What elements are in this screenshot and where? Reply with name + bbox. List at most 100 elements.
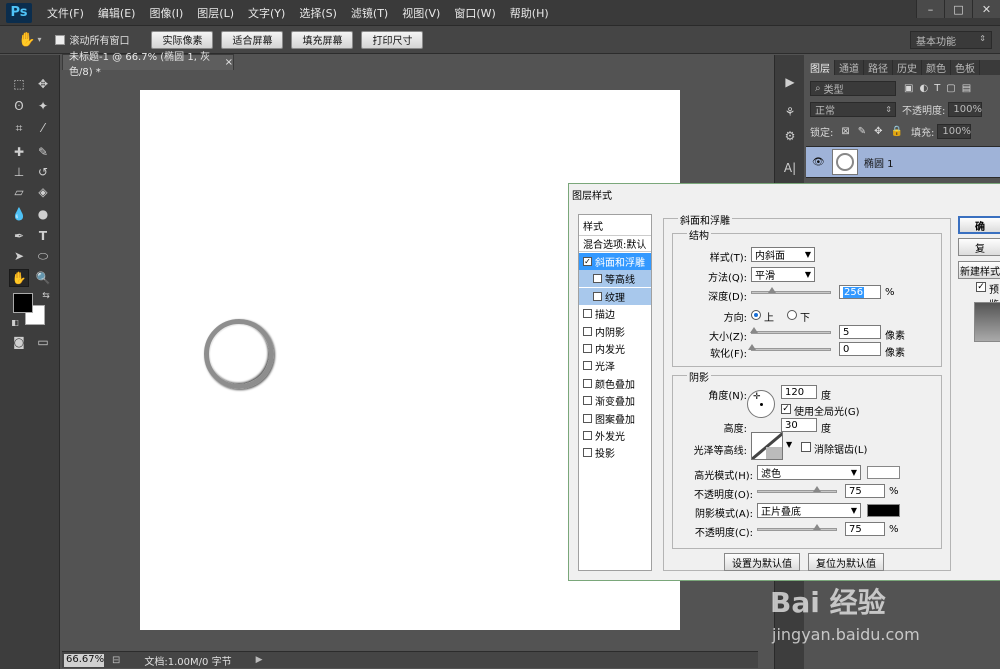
style-checkbox[interactable]: [583, 326, 592, 336]
depth-field[interactable]: 256: [839, 285, 881, 299]
brush-preset-icon[interactable]: ⚘: [781, 103, 799, 121]
brush-tool-icon[interactable]: ✎: [33, 143, 53, 161]
ok-button[interactable]: 确: [958, 216, 1000, 234]
print-size-button[interactable]: 打印尺寸: [361, 30, 424, 49]
style-checkbox[interactable]: [583, 396, 592, 406]
status-arrow-icon[interactable]: ▶: [256, 655, 263, 665]
opacity-field[interactable]: 100%: [948, 101, 983, 117]
tab-layers[interactable]: 图层: [806, 60, 835, 75]
style-checkbox[interactable]: [583, 378, 592, 388]
actual-pixels-button[interactable]: 实际像素: [151, 30, 214, 49]
style-checkbox[interactable]: [583, 448, 592, 458]
layer-filter-select[interactable]: ⌕ 类型: [810, 80, 896, 96]
character-icon[interactable]: A|: [781, 159, 799, 177]
altitude-field[interactable]: 30: [781, 418, 817, 432]
shadow-color-swatch[interactable]: [867, 504, 900, 517]
clone-stamp-icon[interactable]: ⊥: [9, 163, 29, 181]
screen-mode-icon[interactable]: ▭: [33, 333, 53, 351]
menu-file[interactable]: 文件(F): [47, 5, 84, 21]
style-select[interactable]: 内斜面 ▼: [751, 247, 815, 262]
scroll-all-checkbox[interactable]: [55, 34, 66, 45]
make-default-button[interactable]: 设置为默认值: [724, 553, 800, 571]
shadow-mode-select[interactable]: 正片叠底 ▼: [757, 503, 861, 518]
history-brush-icon[interactable]: ↺: [33, 163, 53, 181]
filter-shape-icon[interactable]: ▢: [946, 83, 955, 94]
style-checkbox[interactable]: [593, 291, 602, 301]
reset-default-button[interactable]: 复位为默认值: [808, 553, 884, 571]
menu-select[interactable]: 选择(S): [299, 5, 337, 21]
lock-transparency-icon[interactable]: ⊠: [841, 126, 849, 137]
hand-tool-icon[interactable]: ✋: [9, 269, 29, 287]
reset-button[interactable]: 复: [958, 238, 1000, 256]
soften-slider[interactable]: [748, 344, 831, 351]
minimize-button[interactable]: –: [916, 0, 944, 18]
style-item[interactable]: 图案叠加: [579, 410, 651, 427]
shadow-opacity-field[interactable]: 75: [845, 522, 885, 536]
shadow-opacity-slider[interactable]: [757, 524, 837, 531]
style-item[interactable]: 外发光: [579, 427, 651, 444]
technique-select[interactable]: 平滑 ▼: [751, 267, 815, 282]
swap-colors-icon[interactable]: ⇆: [36, 287, 56, 305]
depth-slider[interactable]: [751, 287, 831, 294]
quick-mask-icon[interactable]: ◙: [9, 333, 29, 351]
move-tool-icon[interactable]: ✥: [33, 75, 53, 93]
type-tool-icon[interactable]: T: [33, 227, 53, 245]
ellipse-tool-icon[interactable]: ⬭: [33, 247, 53, 265]
menu-layer[interactable]: 图层(L): [197, 5, 234, 21]
filter-type-icon[interactable]: T: [934, 83, 940, 94]
layer-row[interactable]: 👁 椭圆 1: [806, 146, 1000, 178]
lock-all-icon[interactable]: 🔒: [891, 126, 903, 137]
menu-view[interactable]: 视图(V): [402, 5, 440, 21]
menu-edit[interactable]: 编辑(E): [98, 5, 136, 21]
style-checkbox[interactable]: [583, 361, 592, 371]
menu-filter[interactable]: 滤镜(T): [351, 5, 388, 21]
tab-color[interactable]: 颜色: [922, 60, 951, 75]
foreground-color-swatch[interactable]: [13, 293, 33, 313]
angle-field[interactable]: 120: [781, 385, 817, 399]
filter-adjust-icon[interactable]: ◐: [919, 83, 928, 94]
style-item[interactable]: 颜色叠加: [579, 375, 651, 392]
menu-type[interactable]: 文字(Y): [248, 5, 285, 21]
style-checkbox[interactable]: [583, 431, 592, 440]
angle-dial[interactable]: ✛: [747, 390, 775, 418]
workspace-select[interactable]: 基本功能 ⇕: [910, 31, 992, 49]
blend-mode-select[interactable]: 正常 ⇕: [810, 101, 896, 117]
highlight-opacity-field[interactable]: 75: [845, 484, 885, 498]
direction-down-radio[interactable]: [787, 310, 797, 320]
size-field[interactable]: 5: [839, 325, 881, 339]
style-item[interactable]: 光泽: [579, 357, 651, 374]
highlight-opacity-thumb[interactable]: [812, 486, 821, 492]
soften-slider-thumb[interactable]: [748, 344, 756, 350]
magic-wand-icon[interactable]: ✦: [33, 97, 53, 115]
style-item[interactable]: ✓ 斜面和浮雕: [579, 253, 651, 270]
fit-screen-button[interactable]: 适合屏幕: [221, 30, 284, 49]
style-item[interactable]: 等高线: [579, 270, 651, 288]
menu-window[interactable]: 窗口(W): [454, 5, 495, 21]
soften-field[interactable]: 0: [839, 342, 881, 356]
tab-channels[interactable]: 通道: [835, 60, 864, 75]
gloss-contour-picker[interactable]: [751, 432, 783, 460]
blur-tool-icon[interactable]: 💧: [9, 205, 29, 223]
size-slider-thumb[interactable]: [749, 327, 758, 333]
document-tab[interactable]: 未标题-1 @ 66.7% (椭圆 1, 灰色/8) * ×: [62, 52, 234, 78]
anti-alias-checkbox[interactable]: [801, 442, 811, 452]
chevron-down-icon[interactable]: ▼: [786, 440, 792, 449]
direction-up-radio[interactable]: [751, 310, 761, 320]
style-checkbox[interactable]: [593, 274, 602, 284]
dodge-tool-icon[interactable]: ●: [33, 205, 53, 223]
depth-slider-thumb[interactable]: [767, 287, 776, 293]
highlight-mode-select[interactable]: 滤色 ▼: [757, 465, 861, 480]
style-item[interactable]: 纹理: [579, 287, 651, 305]
new-style-button[interactable]: 新建样式: [958, 261, 1000, 279]
close-button[interactable]: ✕: [972, 0, 1000, 18]
filter-pixel-icon[interactable]: ▣: [904, 83, 913, 94]
default-colors-icon[interactable]: ◧: [5, 313, 25, 331]
style-checkbox[interactable]: [583, 309, 592, 319]
eyedropper-icon[interactable]: ⁄: [33, 119, 53, 137]
shadow-opacity-thumb[interactable]: [812, 524, 821, 530]
marquee-tool-icon[interactable]: ⬚: [9, 75, 29, 93]
style-checkbox[interactable]: [583, 344, 592, 353]
lasso-tool-icon[interactable]: ʘ: [9, 97, 29, 115]
zoom-tool-icon[interactable]: 🔍: [33, 269, 53, 287]
fill-field[interactable]: 100%: [937, 123, 972, 139]
